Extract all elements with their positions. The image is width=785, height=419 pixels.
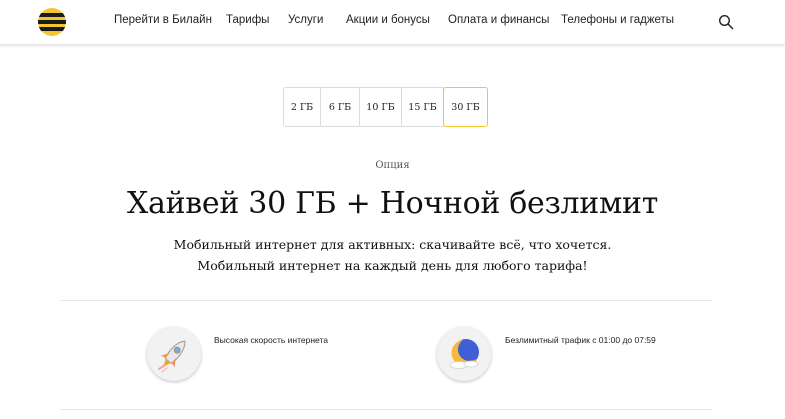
moon-icon-badge: [437, 327, 491, 381]
feature-text-night-unlimited: Безлимитный трафик с 01:00 до 07:59: [505, 335, 656, 345]
divider: [60, 409, 712, 410]
page-title: Хайвей 30 ГБ + Ночной безлимит: [126, 186, 659, 221]
divider: [60, 300, 712, 301]
nav-item-services[interactable]: Услуги: [288, 14, 323, 26]
option-label: Опция: [375, 160, 410, 171]
nav-item-go-to-beeline[interactable]: Перейти в Билайн: [114, 14, 212, 26]
search-icon[interactable]: [718, 14, 734, 30]
nav-item-phones[interactable]: Телефоны и гаджеты: [561, 14, 674, 26]
nav-item-promos[interactable]: Акции и бонусы: [346, 14, 430, 26]
description-line-1: Мобильный интернет для активных: скачива…: [173, 237, 612, 252]
tab-10gb[interactable]: 10 ГБ: [360, 87, 402, 127]
nav-item-payment[interactable]: Оплата и финансы: [448, 14, 549, 26]
tab-15gb[interactable]: 15 ГБ: [402, 87, 444, 127]
tab-6gb[interactable]: 6 ГБ: [321, 87, 360, 127]
beeline-logo-icon[interactable]: [38, 8, 66, 36]
nav-item-tariffs[interactable]: Тарифы: [226, 14, 269, 26]
rocket-icon: [158, 340, 186, 373]
header: Перейти в Билайн Тарифы Услуги Акции и б…: [0, 0, 785, 45]
tab-2gb[interactable]: 2 ГБ: [283, 87, 321, 127]
data-volume-tabs: 2 ГБ 6 ГБ 10 ГБ 15 ГБ 30 ГБ: [283, 87, 488, 127]
rocket-icon-badge: [147, 327, 201, 381]
feature-text-speed: Высокая скорость интернета: [214, 335, 328, 345]
description-line-2: Мобильный интернет на каждый день для лю…: [197, 258, 588, 273]
tab-30gb[interactable]: 30 ГБ: [443, 87, 488, 127]
moon-icon: [449, 339, 479, 369]
